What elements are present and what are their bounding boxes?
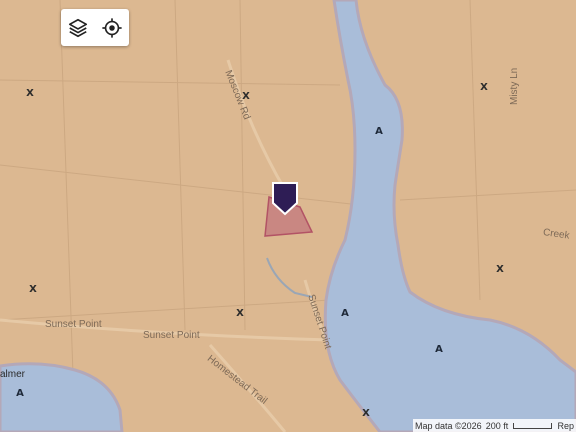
scale-label[interactable]: 200 ft [484, 421, 511, 431]
road-label-sunset-point-west: Sunset Point [45, 319, 102, 330]
layers-button[interactable] [63, 13, 93, 43]
a-marker[interactable]: A [341, 309, 349, 319]
road-label-sunset-point-center: Sunset Point [143, 330, 200, 341]
x-marker[interactable]: X [236, 309, 244, 319]
road-label-palmer: almer [0, 369, 26, 380]
x-marker[interactable]: X [242, 92, 250, 102]
a-marker[interactable]: A [375, 127, 383, 137]
map-data-credit[interactable]: Map data ©2026 [413, 421, 484, 431]
x-marker[interactable]: X [26, 89, 34, 99]
x-marker[interactable]: X [480, 83, 488, 93]
x-marker[interactable]: X [362, 409, 370, 419]
road-label-misty-ln: Misty Ln [509, 67, 520, 105]
map-attribution: Map data ©2026 200 ft Rep [413, 419, 576, 432]
report-link[interactable]: Rep [555, 421, 576, 431]
layers-icon [68, 18, 88, 37]
a-marker[interactable]: A [16, 389, 24, 399]
x-marker[interactable]: X [29, 285, 37, 295]
locate-icon [102, 17, 122, 38]
map-view[interactable]: Moscow Rd Misty Ln Creek Sunset Point Su… [0, 0, 576, 432]
map-controls [61, 9, 129, 46]
map-canvas[interactable] [0, 0, 576, 432]
a-marker[interactable]: A [435, 345, 443, 355]
x-marker[interactable]: X [496, 265, 504, 275]
locate-button[interactable] [97, 13, 127, 43]
scale-bar[interactable] [513, 422, 553, 429]
